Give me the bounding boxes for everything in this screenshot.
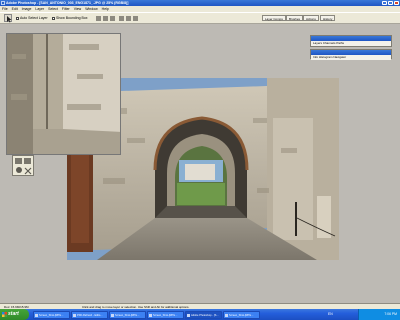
- photoshop-icon: [1, 1, 5, 5]
- toolbox: [12, 155, 34, 176]
- taskbar-item[interactable]: Screen_Shot-[RPG...: [147, 311, 184, 319]
- align-buttons: [96, 15, 156, 22]
- show-bounding-checkbox[interactable]: [52, 16, 55, 20]
- taskbar-item-label: Screen_Shot-[RPG...: [153, 314, 178, 317]
- app-icon: [35, 314, 38, 317]
- maximize-icon[interactable]: [388, 1, 393, 5]
- minimize-icon[interactable]: [382, 1, 387, 5]
- taskbar-item[interactable]: Screen_Shot-[RPG...: [33, 311, 70, 319]
- taskbar-item-label: Adobe Photoshop - [S...: [191, 314, 219, 317]
- windows-logo-icon: [2, 312, 7, 317]
- clock[interactable]: 7:06 PM: [384, 312, 397, 316]
- start-label: start: [8, 311, 19, 317]
- move-tool-icon[interactable]: [4, 14, 12, 23]
- show-bounding-label: Show Bounding Box: [56, 16, 88, 20]
- language-indicator[interactable]: EN: [328, 312, 333, 317]
- photoshop-icon: [187, 314, 190, 317]
- app-icon: [149, 314, 152, 317]
- auto-select-checkbox[interactable]: [16, 16, 19, 20]
- taskbar-item-active[interactable]: Adobe Photoshop - [S...: [185, 311, 222, 319]
- app-icon: [73, 314, 76, 317]
- window-title: Adobe Photoshop - [SAN_ANTONIO_003_ENG18…: [6, 1, 129, 5]
- taskbar-item-label: PDF-Refresh - Edito...: [77, 314, 103, 317]
- system-tray: 7:06 PM: [358, 309, 400, 320]
- zoomed-detail-image[interactable]: [6, 33, 121, 155]
- show-bounding-option[interactable]: Show Bounding Box: [52, 16, 88, 21]
- palette-tab-history[interactable]: History: [320, 15, 336, 21]
- app-icon: [225, 314, 228, 317]
- navigator-panel: Info Histogram Navigator: [310, 49, 392, 60]
- close-icon[interactable]: [394, 1, 399, 5]
- layers-panel: Layers Channels Paths: [310, 35, 392, 47]
- taskbar-item-label: Screen_Shot-[RPG...: [39, 314, 64, 317]
- palette-tab-layer-comps[interactable]: Layer Comps: [262, 15, 286, 21]
- taskbar-item-label: Screen_Shot-[RPG...: [115, 314, 140, 317]
- taskbar-item[interactable]: PDF-Refresh - Edito...: [71, 311, 108, 319]
- app-icon: [111, 314, 114, 317]
- auto-select-option[interactable]: Auto Select Layer: [16, 16, 48, 21]
- palette-tab-actions[interactable]: Actions: [303, 15, 319, 21]
- auto-select-label: Auto Select Layer: [20, 16, 48, 20]
- navigator-panel-tabs[interactable]: Info Histogram Navigator: [311, 55, 391, 60]
- layers-panel-tabs[interactable]: Layers Channels Paths: [311, 41, 391, 46]
- taskbar-item[interactable]: Screen_Shot-[RPG...: [109, 311, 146, 319]
- taskbar-item-label: Screen_Shot-[RPG...: [229, 314, 254, 317]
- taskbar-item[interactable]: Screen_Shot-[RPG...: [223, 311, 260, 319]
- palette-tab-brushes[interactable]: Brushes: [286, 15, 304, 21]
